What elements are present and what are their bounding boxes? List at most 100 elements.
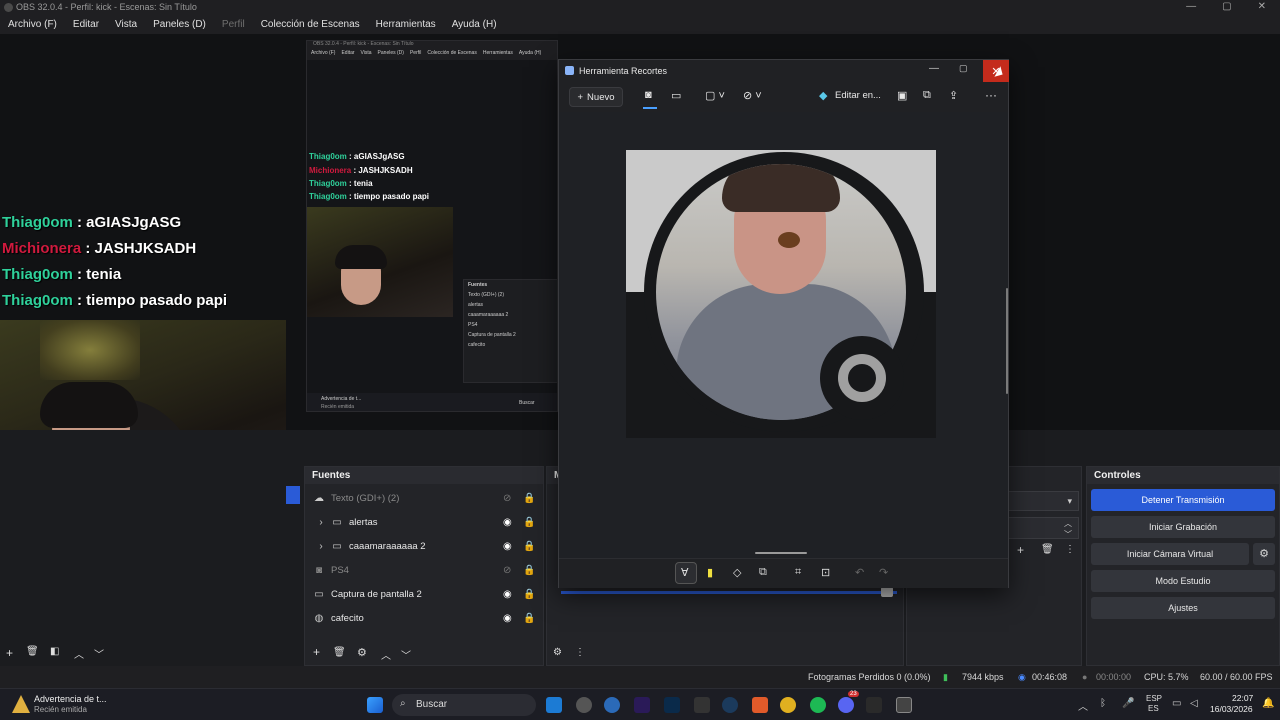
eraser-icon[interactable]: ◇ [733, 566, 741, 579]
clock-time[interactable]: 22:07 [1232, 693, 1253, 703]
stop-streaming-button[interactable]: Detener Transmisión [1091, 489, 1275, 511]
crop-icon[interactable]: ⌗ [795, 566, 801, 579]
volume-icon[interactable]: ◁ [1190, 698, 1198, 709]
expand-icon[interactable]: › [313, 517, 329, 528]
virtual-cam-gear-icon[interactable]: ⚙ [1253, 543, 1275, 565]
highlighter-icon[interactable]: ▮ [707, 566, 713, 579]
gear-icon[interactable]: ⚙ [357, 646, 367, 659]
eye-slash-icon[interactable]: ⊘ [503, 493, 511, 504]
new-snip-button[interactable]: + Nuevo [569, 87, 623, 107]
task-view-icon[interactable] [546, 697, 562, 713]
source-row[interactable]: ▭ Captura de pantalla 2 ◉ 🔒 [305, 583, 545, 605]
expand-icon[interactable]: › [313, 541, 329, 552]
bluetooth-icon[interactable]: ᛒ [1100, 698, 1106, 709]
mixer-settings-icon[interactable]: ⚙ [553, 647, 562, 658]
menu-herramientas[interactable]: Herramientas [368, 19, 444, 30]
windows-start-icon[interactable] [367, 697, 383, 713]
epic-games-icon[interactable] [694, 697, 710, 713]
save-icon[interactable]: ▣ [897, 89, 907, 102]
start-virtual-cam-button[interactable]: Iniciar Cámara Virtual [1091, 543, 1249, 565]
add-source-icon[interactable]: + [313, 645, 320, 659]
taskbar-notif-title[interactable]: Advertencia de t... [34, 694, 107, 704]
start-recording-button[interactable]: Iniciar Grabación [1091, 516, 1275, 538]
snipping-tool-taskbar-icon[interactable] [896, 697, 912, 713]
menu-coleccion[interactable]: Colección de Escenas [253, 19, 368, 30]
taskbar-search[interactable]: ⌕ Buscar [392, 694, 536, 716]
snip-resize-handle[interactable] [755, 552, 807, 554]
eye-icon[interactable]: ◉ [503, 589, 512, 600]
snip-canvas[interactable] [559, 112, 1008, 558]
text-actions-icon[interactable]: ⊡ [821, 566, 830, 579]
video-mode-icon[interactable]: ▭ [671, 89, 681, 102]
source-row[interactable]: › ▭ caaamaraaaaaa 2 ◉ 🔒 [305, 535, 545, 557]
menu-perfil[interactable]: Perfil [214, 19, 253, 30]
discord-icon[interactable] [838, 697, 854, 713]
source-row[interactable]: ◙ PS4 ⊘ 🔒 [305, 559, 545, 581]
close-button[interactable]: ✕ [1258, 1, 1266, 12]
studio-mode-button[interactable]: Modo Estudio [1091, 570, 1275, 592]
lock-icon[interactable]: 🔒 [523, 493, 535, 504]
source-row[interactable]: ☁ Texto (GDI+) (2) ⊘ 🔒 [305, 487, 545, 509]
maximize-button[interactable]: ▢ [1222, 1, 1231, 12]
add-icon[interactable]: + [6, 646, 13, 660]
more-icon[interactable]: ⋮ [575, 647, 585, 658]
settings-button[interactable]: Ajustes [1091, 597, 1275, 619]
eye-icon[interactable]: ◉ [503, 541, 512, 552]
move-up-icon[interactable]: ︿ [74, 646, 84, 661]
more-icon[interactable]: ⋮ [1065, 544, 1075, 555]
network-icon[interactable]: ▭ [1172, 698, 1181, 709]
menu-paneles[interactable]: Paneles (D) [145, 19, 214, 30]
delay-timer-dropdown[interactable]: ⊘ ˅ [743, 89, 762, 102]
menu-vista[interactable]: Vista [107, 19, 145, 30]
redo-icon[interactable]: ↷ [879, 566, 888, 579]
snip-maximize-button[interactable]: ▢ [959, 63, 968, 74]
ballpoint-pen-icon[interactable]: ∀ [681, 566, 689, 579]
tray-chevron-icon[interactable]: ︿ [1078, 698, 1088, 713]
undo-icon[interactable]: ↶ [855, 566, 864, 579]
eye-icon[interactable]: ◉ [503, 517, 512, 528]
filter-icon[interactable]: ◧ [50, 646, 59, 657]
steam-icon[interactable] [722, 697, 738, 713]
lock-icon[interactable]: 🔒 [523, 517, 535, 528]
duration-spinner[interactable]: ︿ ﹀ [1007, 517, 1079, 539]
chrome-icon[interactable] [780, 697, 796, 713]
spotify-icon[interactable] [810, 697, 826, 713]
brave-icon[interactable] [752, 697, 768, 713]
more-options-icon[interactable]: ··· [985, 88, 997, 102]
menu-ayuda[interactable]: Ayuda (H) [444, 19, 505, 30]
add-transition-icon[interactable]: + [1017, 543, 1024, 557]
move-down-icon[interactable]: ﹀ [94, 646, 104, 661]
transition-select[interactable]: ▾ [1007, 491, 1079, 511]
obs-taskbar-icon[interactable] [576, 697, 592, 713]
snip-close-button[interactable]: ✕ [983, 60, 1009, 82]
lock-icon[interactable]: 🔒 [523, 541, 535, 552]
edit-in-button[interactable]: Editar en... [835, 90, 881, 101]
snip-shape-dropdown[interactable]: ▢ ˅ [705, 89, 725, 102]
lock-icon[interactable]: 🔒 [523, 565, 535, 576]
premiere-icon[interactable] [634, 697, 650, 713]
source-row[interactable]: ◍ cafecito ◉ 🔒 [305, 607, 545, 629]
menu-editar[interactable]: Editar [65, 19, 107, 30]
eye-icon[interactable]: ◉ [503, 613, 512, 624]
move-up-icon[interactable]: ︿ [381, 647, 391, 662]
trash-icon[interactable]: 🗑 [333, 647, 346, 658]
pen-tool-icon[interactable] [866, 697, 882, 713]
lock-icon[interactable]: 🔒 [523, 589, 535, 600]
copy-icon[interactable]: ⧉ [923, 89, 931, 102]
move-down-icon[interactable]: ﹀ [401, 647, 411, 662]
menu-archivo[interactable]: Archivo (F) [0, 19, 65, 30]
photoshop-icon[interactable] [664, 697, 680, 713]
source-row[interactable]: › ▭ alertas ◉ 🔒 [305, 511, 545, 533]
language-label[interactable]: ESP [1146, 694, 1162, 703]
shapes-icon[interactable]: ⧉ [759, 566, 767, 579]
notification-bell-icon[interactable]: 🔔 [1262, 698, 1274, 709]
snip-scrollbar[interactable] [1006, 288, 1008, 394]
edge-icon[interactable] [604, 697, 620, 713]
screenshot-mode-icon[interactable]: ◙ [645, 89, 652, 101]
mic-icon[interactable]: 🎤 [1122, 698, 1134, 709]
volume-slider-handle[interactable] [881, 587, 893, 597]
eye-slash-icon[interactable]: ⊘ [503, 565, 511, 576]
minimize-button[interactable]: — [1186, 1, 1196, 12]
trash-icon[interactable]: 🗑 [26, 646, 39, 657]
snip-minimize-button[interactable]: — [929, 63, 939, 74]
